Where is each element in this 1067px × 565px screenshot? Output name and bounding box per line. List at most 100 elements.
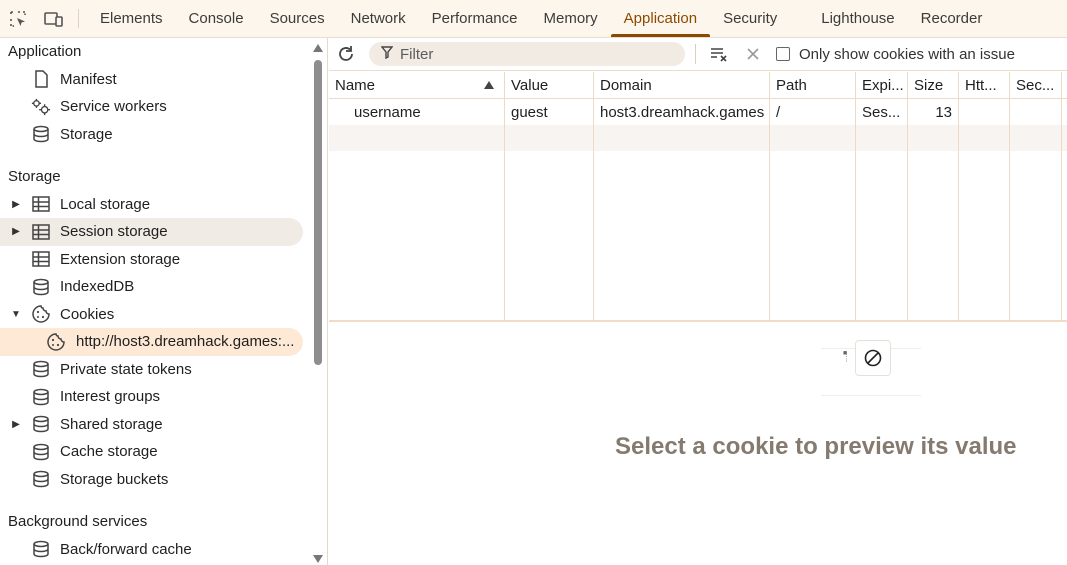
column-header-size[interactable]: Size [908,72,959,98]
tab-lighthouse[interactable]: Lighthouse [808,0,907,37]
sidebar-item-cookie-origin[interactable]: http://host3.dreamhack.games:... [0,328,303,356]
empty-cell [594,125,770,151]
column-header-expires[interactable]: Expi... [856,72,908,98]
tab-elements[interactable]: Elements [87,0,176,37]
device-toolbar-icon[interactable] [36,0,72,37]
devtools-tabbar: Elements Console Sources Network Perform… [0,0,1067,38]
table-header: Name Value Domain Path Expi... Size Htt.… [329,72,1067,99]
filter-input[interactable] [400,45,670,63]
column-header-name[interactable]: Name [329,72,505,98]
cookies-panel: Only show cookies with an issue Name Val… [329,38,1067,565]
database-icon [31,124,51,144]
cookies-toolbar: Only show cookies with an issue [329,38,1067,71]
inspect-element-icon[interactable] [0,0,36,37]
sidebar-item-extension-storage[interactable]: Extension storage [0,246,303,274]
sidebar-item-label: Extension storage [60,250,181,268]
sidebar-item-local-storage[interactable]: ▶ Local storage [0,191,303,219]
column-header-secure[interactable]: Sec... [1010,72,1062,98]
sidebar-item-label: Back/forward cache [60,540,192,558]
sidebar-item-storage-buckets[interactable]: Storage buckets [0,466,303,494]
refresh-icon [339,46,353,61]
only-issue-toggle[interactable]: Only show cookies with an issue [776,46,1015,63]
column-header-path[interactable]: Path [770,72,856,98]
column-header-value[interactable]: Value [505,72,594,98]
expand-arrow-icon[interactable]: ▶ [10,198,22,210]
tab-network[interactable]: Network [338,0,419,37]
sidebar-item-session-storage[interactable]: ▶ Session storage [0,218,303,246]
cookie-icon [31,304,51,324]
database-icon [31,277,51,297]
tab-application[interactable]: Application [610,0,711,37]
delete-selected-button[interactable] [736,38,770,71]
cell-httponly [959,99,1010,125]
preview-dots-icon: ■ ⋮ [843,350,850,363]
sidebar-item-cache-storage[interactable]: Cache storage [0,438,303,466]
tab-recorder[interactable]: Recorder [908,0,996,37]
preview-empty-message: Select a cookie to preview its value [615,433,1017,460]
tab-memory[interactable]: Memory [531,0,611,37]
only-issue-checkbox[interactable] [776,47,790,61]
sidebar-item-indexeddb[interactable]: IndexedDB [0,273,303,301]
filter-field[interactable] [369,42,685,66]
sidebar-item-label: Cookies [60,305,115,323]
sidebar-item-label: Manifest [60,70,117,88]
sidebar-item-manifest[interactable]: Manifest [0,66,303,94]
close-icon [747,48,759,60]
clear-list-icon [711,48,727,62]
sidebar-item-interest-groups[interactable]: Interest groups [0,383,303,411]
tab-console[interactable]: Console [176,0,257,37]
gears-icon [31,97,51,117]
empty-cell [959,125,1010,151]
empty-cell [770,125,856,151]
column-header-httponly[interactable]: Htt... [959,72,1010,98]
sidebar-section-background-services: Background services [8,513,148,531]
sidebar-item-label: Private state tokens [60,360,192,378]
column-header-domain[interactable]: Domain [594,72,770,98]
table-row[interactable]: username guest host3.dreamhack.games / S… [329,99,1067,125]
scroll-down-arrow-icon[interactable] [313,555,323,563]
cookie-preview-pane: ■ ⋮ Select a cookie to preview its value [329,323,1067,565]
expand-arrow-icon[interactable]: ▶ [10,418,22,430]
sidebar-scrollbar[interactable] [312,38,324,565]
filter-icon [380,45,394,63]
tab-security[interactable]: Security [710,0,790,37]
sidebar-item-back-forward-cache[interactable]: Back/forward cache [0,536,303,564]
sidebar-item-label: Cache storage [60,443,158,461]
table-icon [31,194,51,214]
sidebar-item-private-state-tokens[interactable]: Private state tokens [0,356,303,384]
no-selection-icon [855,340,891,376]
sidebar-item-label: Session storage [60,223,168,241]
empty-cell [505,125,594,151]
empty-cell [329,125,505,151]
cell-domain: host3.dreamhack.games [594,99,770,125]
sidebar-item-label: Interest groups [60,388,161,406]
table-row-empty[interactable] [329,125,1067,151]
empty-cell [1010,125,1062,151]
database-icon [31,414,51,434]
clear-all-cookies-button[interactable] [702,38,736,71]
sidebar-item-label: Shared storage [60,415,163,433]
table-icon [31,249,51,269]
tab-performance[interactable]: Performance [419,0,531,37]
sidebar-item-label: IndexedDB [60,278,135,296]
refresh-button[interactable] [329,38,363,71]
database-icon [31,387,51,407]
sort-ascending-icon [484,81,494,89]
tab-sources[interactable]: Sources [257,0,338,37]
sidebar-item-shared-storage[interactable]: ▶ Shared storage [0,411,303,439]
table-column-lines [329,151,1067,322]
scroll-up-arrow-icon[interactable] [313,44,323,52]
empty-cell [908,125,959,151]
tab-gap [790,0,808,37]
column-header-label: Name [335,76,376,94]
sidebar-item-label: http://host3.dreamhack.games:... [76,333,295,351]
sidebar-item-cookies[interactable]: ▼ Cookies [0,301,303,329]
collapse-arrow-icon[interactable]: ▼ [10,308,22,320]
only-issue-label: Only show cookies with an issue [799,45,1015,63]
expand-arrow-icon[interactable]: ▶ [10,226,22,238]
sidebar-item-storage-overview[interactable]: Storage [0,121,303,149]
toolbar-divider [695,44,696,64]
sidebar-item-service-workers[interactable]: Service workers [0,93,303,121]
scroll-thumb[interactable] [314,60,322,365]
